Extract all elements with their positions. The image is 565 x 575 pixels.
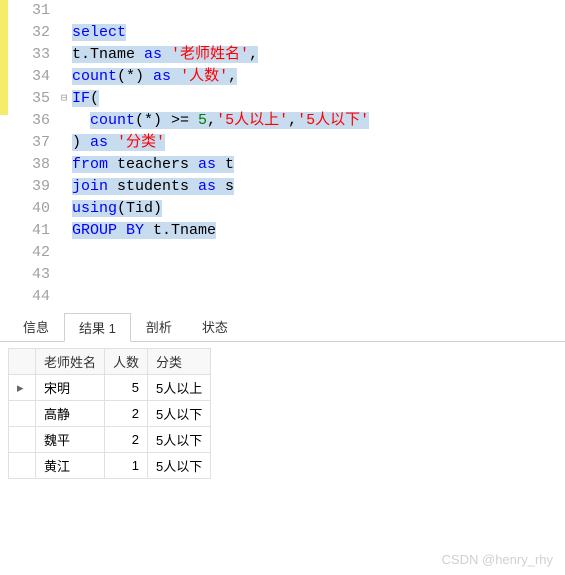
code-line[interactable]: 39 join students as s (0, 176, 565, 198)
table-cell[interactable]: 2 (105, 401, 148, 427)
code-content[interactable]: count(*) >= 5,'5人以上','5人以下' (72, 110, 565, 132)
tab-状态[interactable]: 状态 (187, 312, 243, 341)
table-cell[interactable]: 5人以上 (148, 375, 211, 401)
row-indicator-header (9, 349, 36, 375)
table-cell[interactable]: 高静 (36, 401, 105, 427)
line-number: 31 (0, 0, 56, 22)
tab-结果 1[interactable]: 结果 1 (64, 313, 131, 342)
fold-toggle[interactable]: ⊟ (56, 88, 72, 110)
line-number: 41 (0, 220, 56, 242)
code-content[interactable]: IF( (72, 88, 565, 110)
code-content[interactable]: count(*) as '人数', (72, 66, 565, 88)
code-content[interactable]: from teachers as t (72, 154, 565, 176)
line-number: 44 (0, 286, 56, 308)
code-content[interactable]: using(Tid) (72, 198, 565, 220)
tab-剖析[interactable]: 剖析 (131, 312, 187, 341)
code-line[interactable]: 41 GROUP BY t.Tname (0, 220, 565, 242)
code-content[interactable]: GROUP BY t.Tname (72, 220, 565, 242)
code-line[interactable]: 42 (0, 242, 565, 264)
change-marker (0, 0, 8, 115)
line-number: 34 (0, 66, 56, 88)
code-line[interactable]: 44 (0, 286, 565, 308)
code-line[interactable]: 31 (0, 0, 565, 22)
table-cell[interactable]: 宋明 (36, 375, 105, 401)
code-line[interactable]: 36 count(*) >= 5,'5人以上','5人以下' (0, 110, 565, 132)
table-cell[interactable]: 魏平 (36, 427, 105, 453)
column-header[interactable]: 分类 (148, 349, 211, 375)
table-cell[interactable]: 5人以下 (148, 427, 211, 453)
tab-信息[interactable]: 信息 (8, 312, 64, 341)
code-line[interactable]: 32 select (0, 22, 565, 44)
code-line[interactable]: 38 from teachers as t (0, 154, 565, 176)
table-cell[interactable]: 5 (105, 375, 148, 401)
line-number: 33 (0, 44, 56, 66)
line-number: 32 (0, 22, 56, 44)
result-tabs: 信息结果 1剖析状态 (0, 312, 565, 342)
table-cell[interactable]: 1 (105, 453, 148, 479)
code-line[interactable]: 33 t.Tname as '老师姓名', (0, 44, 565, 66)
line-number: 42 (0, 242, 56, 264)
code-editor[interactable]: 3132 select 33 t.Tname as '老师姓名', 34 count(*)… (0, 0, 565, 308)
line-number: 38 (0, 154, 56, 176)
row-indicator (9, 427, 36, 453)
code-line[interactable]: 37 ) as '分类' (0, 132, 565, 154)
row-indicator: ▸ (9, 375, 36, 401)
line-number: 40 (0, 198, 56, 220)
table-cell[interactable]: 5人以下 (148, 401, 211, 427)
column-header[interactable]: 人数 (105, 349, 148, 375)
table-cell[interactable]: 黄江 (36, 453, 105, 479)
results-table[interactable]: 老师姓名人数分类 ▸宋明55人以上高静25人以下魏平25人以下黄江15人以下 (8, 348, 211, 479)
code-line[interactable]: 40 using(Tid) (0, 198, 565, 220)
column-header[interactable]: 老师姓名 (36, 349, 105, 375)
table-cell[interactable]: 5人以下 (148, 453, 211, 479)
code-content[interactable]: t.Tname as '老师姓名', (72, 44, 565, 66)
table-row[interactable]: 黄江15人以下 (9, 453, 211, 479)
code-content[interactable]: join students as s (72, 176, 565, 198)
table-cell[interactable]: 2 (105, 427, 148, 453)
watermark: CSDN @henry_rhy (442, 552, 553, 567)
line-number: 37 (0, 132, 56, 154)
table-row[interactable]: 高静25人以下 (9, 401, 211, 427)
code-line[interactable]: 35⊟IF( (0, 88, 565, 110)
line-number: 36 (0, 110, 56, 132)
code-line[interactable]: 34 count(*) as '人数', (0, 66, 565, 88)
row-indicator (9, 453, 36, 479)
code-content[interactable]: select (72, 22, 565, 44)
row-indicator (9, 401, 36, 427)
line-number: 39 (0, 176, 56, 198)
table-row[interactable]: ▸宋明55人以上 (9, 375, 211, 401)
line-number: 43 (0, 264, 56, 286)
table-row[interactable]: 魏平25人以下 (9, 427, 211, 453)
line-number: 35 (0, 88, 56, 110)
code-line[interactable]: 43 (0, 264, 565, 286)
code-content[interactable]: ) as '分类' (72, 132, 565, 154)
